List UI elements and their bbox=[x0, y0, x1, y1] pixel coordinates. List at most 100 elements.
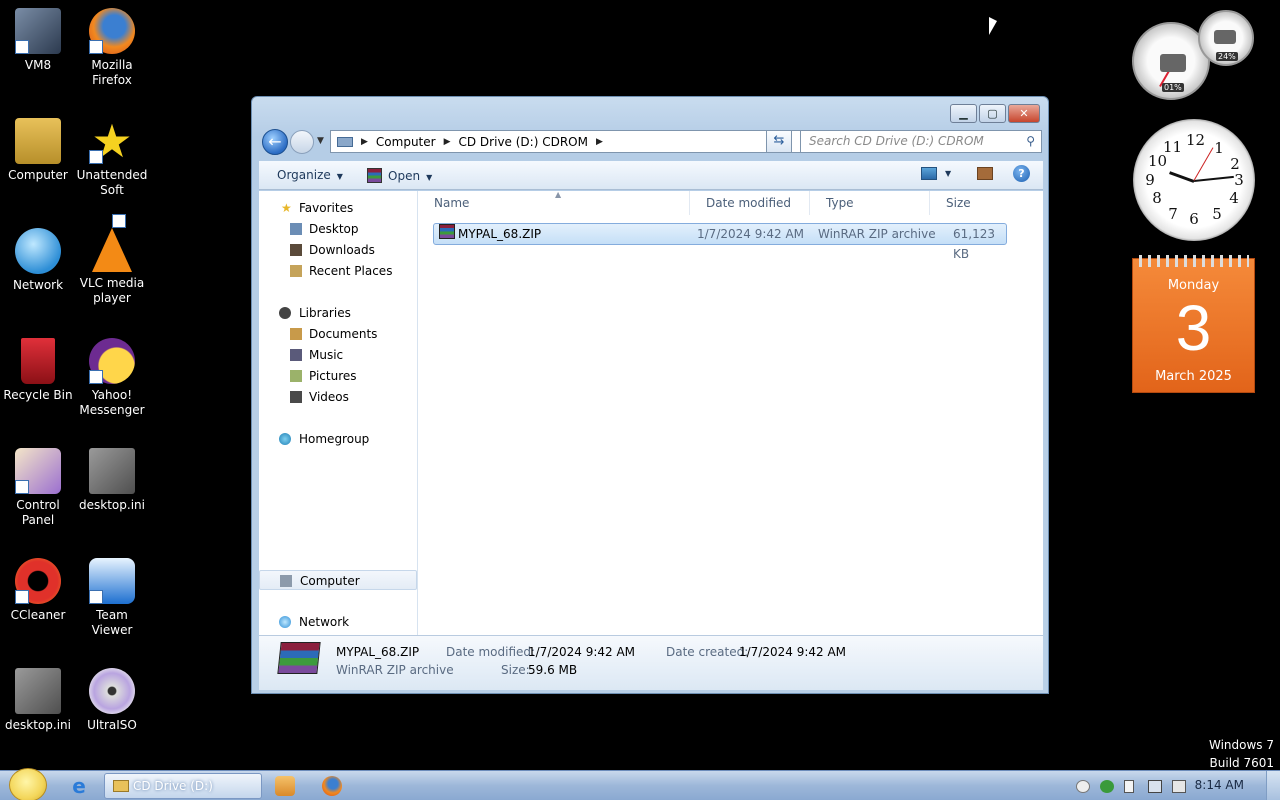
organize-menu[interactable]: Organize ▼ bbox=[277, 168, 343, 182]
nav-recent-places[interactable]: Recent Places bbox=[259, 261, 417, 281]
navigation-pane: ★ Favorites Desktop Downloads Recent Pla… bbox=[259, 191, 418, 635]
tray-emoticon-icon[interactable] bbox=[1076, 780, 1090, 793]
column-header-size[interactable]: Size bbox=[930, 191, 1010, 215]
open-menu[interactable]: Open ▼ bbox=[367, 168, 432, 183]
view-options-dropdown[interactable]: ▼ bbox=[945, 169, 951, 178]
breadcrumb-separator[interactable]: ▶ bbox=[361, 137, 368, 147]
star-icon: ★ bbox=[89, 118, 135, 164]
breadcrumb-separator[interactable]: ▶ bbox=[596, 137, 603, 147]
file-type: WinRAR ZIP archive bbox=[818, 227, 936, 241]
details-modified-label: Date modified: bbox=[446, 645, 536, 659]
nav-label: Pictures bbox=[309, 369, 357, 383]
nav-music[interactable]: Music bbox=[259, 345, 417, 365]
nav-computer[interactable]: Computer bbox=[259, 570, 417, 590]
ini-file-icon bbox=[15, 668, 61, 714]
forward-button[interactable] bbox=[290, 130, 314, 154]
media-player-icon[interactable] bbox=[275, 776, 295, 796]
desktop-icon-unattended-soft[interactable]: ★ Unattended Soft bbox=[74, 118, 150, 198]
nav-pictures[interactable]: Pictures bbox=[259, 366, 417, 386]
clock-number: 8 bbox=[1152, 189, 1162, 207]
nav-desktop[interactable]: Desktop bbox=[259, 219, 417, 239]
close-button[interactable]: ✕ bbox=[1008, 104, 1040, 123]
calendar-day-number: 3 bbox=[1175, 292, 1212, 364]
nav-homegroup[interactable]: Homegroup bbox=[259, 429, 417, 449]
desktop-icon-ccleaner[interactable]: CCleaner bbox=[0, 558, 76, 623]
nav-documents[interactable]: Documents bbox=[259, 324, 417, 344]
taskbar-clock[interactable]: 8:14 AM bbox=[1195, 778, 1244, 792]
winrar-archive-large-icon bbox=[277, 642, 321, 674]
details-size-value: 59.6 MB bbox=[528, 663, 578, 677]
nav-downloads[interactable]: Downloads bbox=[259, 240, 417, 260]
start-button[interactable] bbox=[9, 768, 47, 800]
desktop-icon-vlc[interactable]: VLC media player bbox=[74, 214, 150, 306]
change-view-icon[interactable] bbox=[921, 167, 937, 180]
preview-pane-icon[interactable] bbox=[977, 167, 993, 180]
firefox-icon[interactable] bbox=[322, 776, 342, 796]
clock-number: 5 bbox=[1212, 205, 1222, 223]
nav-network[interactable]: Network bbox=[259, 612, 417, 632]
desktop-icon-yahoo-messenger[interactable]: Yahoo! Messenger bbox=[74, 338, 150, 418]
taskbar: e CD Drive (D:) CDROM 8:14 AM bbox=[0, 768, 1280, 800]
nav-label: Music bbox=[309, 348, 344, 362]
maximize-button[interactable]: ▢ bbox=[979, 104, 1006, 123]
desktop-icon-network[interactable]: Network bbox=[0, 228, 76, 293]
taskbar-explorer-window[interactable]: CD Drive (D:) CDROM bbox=[104, 773, 262, 799]
star-icon: ★ bbox=[281, 201, 292, 215]
winrar-archive-icon bbox=[439, 224, 455, 239]
minimize-button[interactable]: ▁ bbox=[950, 104, 977, 123]
nav-libraries[interactable]: Libraries bbox=[259, 303, 417, 323]
column-header-type[interactable]: Type bbox=[810, 191, 930, 215]
vlc-cone-icon bbox=[92, 214, 132, 272]
tray-volume-muted-icon[interactable] bbox=[1172, 780, 1186, 793]
desktop-icon-desktop-ini-2[interactable]: desktop.ini bbox=[0, 668, 76, 733]
breadcrumb-computer[interactable]: Computer bbox=[376, 135, 436, 149]
column-label: Size bbox=[946, 196, 971, 210]
ccleaner-icon bbox=[15, 558, 61, 604]
desktop-icon-desktop-ini[interactable]: desktop.ini bbox=[74, 448, 150, 513]
breadcrumb-separator[interactable]: ▶ bbox=[444, 137, 451, 147]
column-header-name[interactable]: Name ▲ bbox=[418, 190, 690, 215]
homegroup-icon bbox=[279, 433, 291, 445]
details-file-name: MYPAL_68.ZIP bbox=[336, 645, 420, 659]
nav-label: Recent Places bbox=[309, 264, 393, 278]
desktop-icon-firefox[interactable]: Mozilla Firefox bbox=[74, 8, 150, 88]
show-desktop-button[interactable] bbox=[1266, 771, 1280, 800]
clock-number: 6 bbox=[1189, 210, 1199, 228]
sort-arrow-icon: ▲ bbox=[555, 190, 562, 199]
tray-action-center-flag-icon[interactable] bbox=[1124, 780, 1134, 793]
winrar-icon bbox=[367, 168, 382, 183]
tray-network-icon[interactable] bbox=[1148, 780, 1162, 793]
computer-icon bbox=[280, 575, 292, 587]
navigation-bar: ← ▼ ▶ Computer ▶ CD Drive (D:) CDROM ▶ ▼… bbox=[260, 127, 1042, 155]
memory-percent: 24% bbox=[1216, 52, 1238, 61]
desktop-icon-ultraiso[interactable]: UltraISO bbox=[74, 668, 150, 733]
nav-label: Libraries bbox=[299, 306, 351, 320]
explorer-window[interactable]: ▁ ▢ ✕ ← ▼ ▶ Computer ▶ CD Drive (D:) CDR… bbox=[251, 96, 1049, 694]
calendar-gadget[interactable]: Monday 3 March 2025 bbox=[1132, 255, 1255, 393]
tray-security-check-icon[interactable] bbox=[1100, 780, 1114, 793]
clock-number: 11 bbox=[1163, 138, 1183, 156]
nav-favorites[interactable]: ★ Favorites bbox=[259, 198, 417, 218]
nav-label: Homegroup bbox=[299, 432, 370, 446]
recent-pages-dropdown[interactable]: ▼ bbox=[317, 136, 324, 146]
column-label: Name bbox=[434, 196, 470, 210]
file-row[interactable]: MYPAL_68.ZIP 1/7/2024 9:42 AM WinRAR ZIP… bbox=[433, 223, 1007, 261]
desktop-icon-label: VLC media player bbox=[79, 276, 145, 305]
nav-videos[interactable]: Videos bbox=[259, 387, 417, 407]
help-icon[interactable]: ? bbox=[1013, 165, 1030, 182]
desktop-icon-computer[interactable]: Computer bbox=[0, 118, 76, 183]
desktop-icon-control-panel[interactable]: Control Panel bbox=[0, 448, 76, 528]
clock-gadget[interactable]: 12 1 2 3 4 5 6 7 8 9 10 11 bbox=[1133, 119, 1255, 241]
desktop-icon-teamviewer[interactable]: Team Viewer bbox=[74, 558, 150, 638]
search-input[interactable]: Search CD Drive (D:) CDROM ⚲ bbox=[800, 130, 1042, 153]
search-icon[interactable]: ⚲ bbox=[1026, 131, 1035, 152]
back-button[interactable]: ← bbox=[262, 129, 288, 155]
recycle-bin-icon bbox=[21, 338, 55, 384]
desktop-icon-recycle-bin[interactable]: Recycle Bin bbox=[0, 338, 76, 403]
desktop-icon-vm8[interactable]: VM8 bbox=[0, 8, 76, 73]
internet-explorer-icon[interactable]: e bbox=[67, 774, 91, 798]
refresh-button[interactable]: ⇆ bbox=[766, 130, 792, 153]
column-header-date[interactable]: Date modified bbox=[690, 191, 810, 215]
address-bar[interactable]: ▶ Computer ▶ CD Drive (D:) CDROM ▶ ▼ bbox=[330, 130, 824, 153]
breadcrumb-cd-drive[interactable]: CD Drive (D:) CDROM bbox=[459, 135, 588, 149]
